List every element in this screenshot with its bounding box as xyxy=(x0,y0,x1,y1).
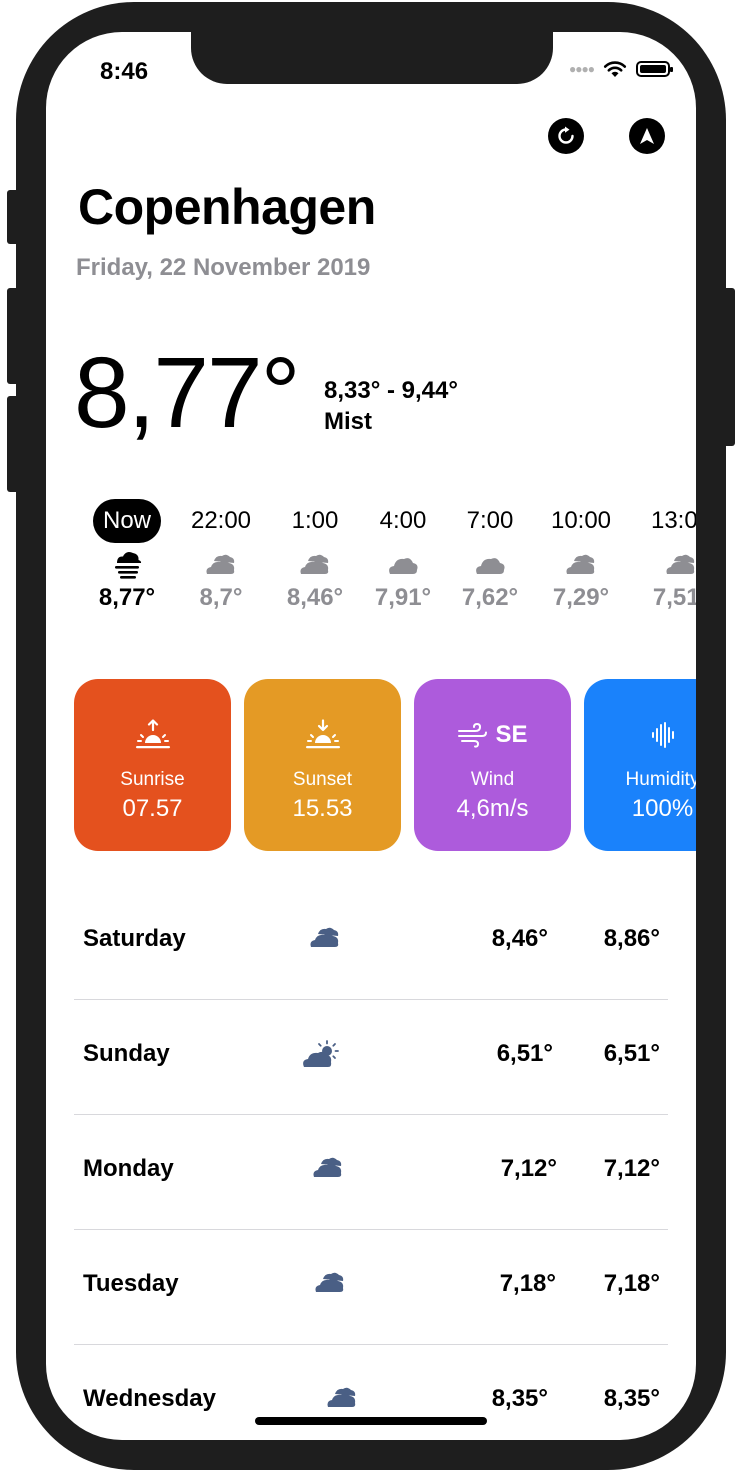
clouds-icon xyxy=(633,548,696,582)
hourly-item[interactable]: 10:00 7,29° xyxy=(533,498,629,612)
humidity-icon xyxy=(584,715,696,755)
notch xyxy=(191,32,553,84)
day-high-temp: 7,12° xyxy=(603,1155,660,1182)
hour-time: Now xyxy=(79,498,175,544)
location-button[interactable] xyxy=(629,118,665,154)
hour-temperature: 8,46° xyxy=(286,584,344,611)
sunset-time: 15.53 xyxy=(292,795,353,822)
day-high-temp: 8,35° xyxy=(603,1385,660,1412)
location-arrow-icon xyxy=(640,128,654,144)
clouds-icon xyxy=(313,1157,342,1177)
humidity-value: 100% xyxy=(631,795,694,822)
day-low-temp: 8,35° xyxy=(491,1385,548,1412)
hour-time: 13:00 xyxy=(650,507,696,534)
hour-time: 1:00 xyxy=(291,507,339,534)
battery-icon xyxy=(636,61,673,77)
wind-icon xyxy=(458,722,488,748)
day-name: Wednesday xyxy=(83,1385,216,1412)
wind-speed: 4,6m/s xyxy=(456,795,529,822)
hourly-item[interactable]: 1:00 8,46° xyxy=(267,498,363,612)
day-low-temp: 6,51° xyxy=(496,1040,553,1067)
day-name: Monday xyxy=(83,1155,174,1182)
daily-row[interactable]: Saturday 8,46° 8,86° xyxy=(74,885,668,1000)
sunset-icon xyxy=(244,715,401,755)
day-high-temp: 6,51° xyxy=(603,1040,660,1067)
hourly-item[interactable]: Now 8,77° xyxy=(79,498,175,612)
hour-temperature: 7,51° xyxy=(652,584,696,611)
sunrise-label: Sunrise xyxy=(120,769,185,790)
daily-row[interactable]: Sunday 6,51° 6,51° xyxy=(74,1000,668,1115)
fog-icon xyxy=(79,548,175,582)
refresh-icon xyxy=(558,126,574,144)
hour-temperature: 7,91° xyxy=(374,584,432,611)
screen: 8:46 ●●●● Copenhagen Friday, 22 November… xyxy=(46,32,696,1440)
hourly-forecast[interactable]: Now 8,77° 22:00 8,7° 1:00 8,46° 4:00 7,9… xyxy=(46,498,696,638)
city-name: Copenhagen xyxy=(78,179,376,235)
sunrise-time: 07.57 xyxy=(122,795,183,822)
cloud-icon xyxy=(442,548,538,582)
day-low-temp: 7,18° xyxy=(499,1270,556,1297)
clouds-icon xyxy=(267,548,363,582)
clouds-icon xyxy=(327,1387,356,1407)
daily-row[interactable]: Tuesday 7,18° 7,18° xyxy=(74,1230,668,1345)
daily-row[interactable]: Monday 7,12° 7,12° xyxy=(74,1115,668,1230)
hour-temperature: 8,77° xyxy=(98,584,156,611)
hour-temperature: 8,7° xyxy=(199,584,243,611)
status-icons: ●●●● xyxy=(569,60,673,78)
day-high-temp: 7,18° xyxy=(603,1270,660,1297)
day-name: Tuesday xyxy=(83,1270,179,1297)
sunrise-card[interactable]: Sunrise 07.57 xyxy=(74,679,231,851)
hour-time: 10:00 xyxy=(550,507,612,534)
current-temperature: 8,77° xyxy=(74,337,301,449)
day-name: Sunday xyxy=(83,1040,170,1067)
day-name: Saturday xyxy=(83,925,186,952)
partly-cloudy-icon xyxy=(303,1040,339,1067)
day-high-temp: 8,86° xyxy=(603,925,660,952)
home-indicator[interactable] xyxy=(255,1417,487,1425)
wind-direction: SE xyxy=(495,721,528,748)
clouds-icon xyxy=(533,548,629,582)
hour-time: 22:00 xyxy=(190,507,252,534)
day-low-temp: 7,12° xyxy=(500,1155,557,1182)
humidity-label: Humidity xyxy=(625,769,696,790)
daily-row[interactable]: Wednesday 8,35° 8,35° xyxy=(74,1345,668,1440)
weather-condition: Mist xyxy=(324,408,372,435)
sunset-card[interactable]: Sunset 15.53 xyxy=(244,679,401,851)
hourly-item[interactable]: 4:00 7,91° xyxy=(355,498,451,612)
wifi-icon xyxy=(603,61,627,77)
hourly-item[interactable]: 22:00 8,7° xyxy=(173,498,269,612)
humidity-card[interactable]: Humidity 100% xyxy=(584,679,696,851)
sunrise-icon xyxy=(74,715,231,755)
temperature-range: 8,33° - 9,44° xyxy=(324,377,458,404)
hourly-item[interactable]: 7:00 7,62° xyxy=(442,498,538,612)
clouds-icon xyxy=(310,927,339,947)
hour-time: 7:00 xyxy=(466,507,514,534)
hour-temperature: 7,62° xyxy=(461,584,519,611)
clouds-icon xyxy=(173,548,269,582)
clouds-icon xyxy=(315,1272,344,1292)
current-date: Friday, 22 November 2019 xyxy=(76,254,371,281)
wind-header: SE xyxy=(414,715,571,755)
status-time: 8:46 xyxy=(100,58,149,85)
daily-forecast: Saturday 8,46° 8,86° Sunday 6,51° 6,51° … xyxy=(74,885,668,1440)
cloud-icon xyxy=(355,548,451,582)
refresh-button[interactable] xyxy=(548,118,584,154)
wind-label: Wind xyxy=(470,769,515,790)
hour-time: 4:00 xyxy=(379,507,427,534)
hourly-item[interactable]: 13:00 7,51° xyxy=(633,498,696,612)
day-low-temp: 8,46° xyxy=(491,925,548,952)
hour-temperature: 7,29° xyxy=(552,584,610,611)
sunset-label: Sunset xyxy=(292,769,353,790)
wind-card[interactable]: SE Wind 4,6m/s xyxy=(414,679,571,851)
signal-icon: ●●●● xyxy=(569,62,595,76)
